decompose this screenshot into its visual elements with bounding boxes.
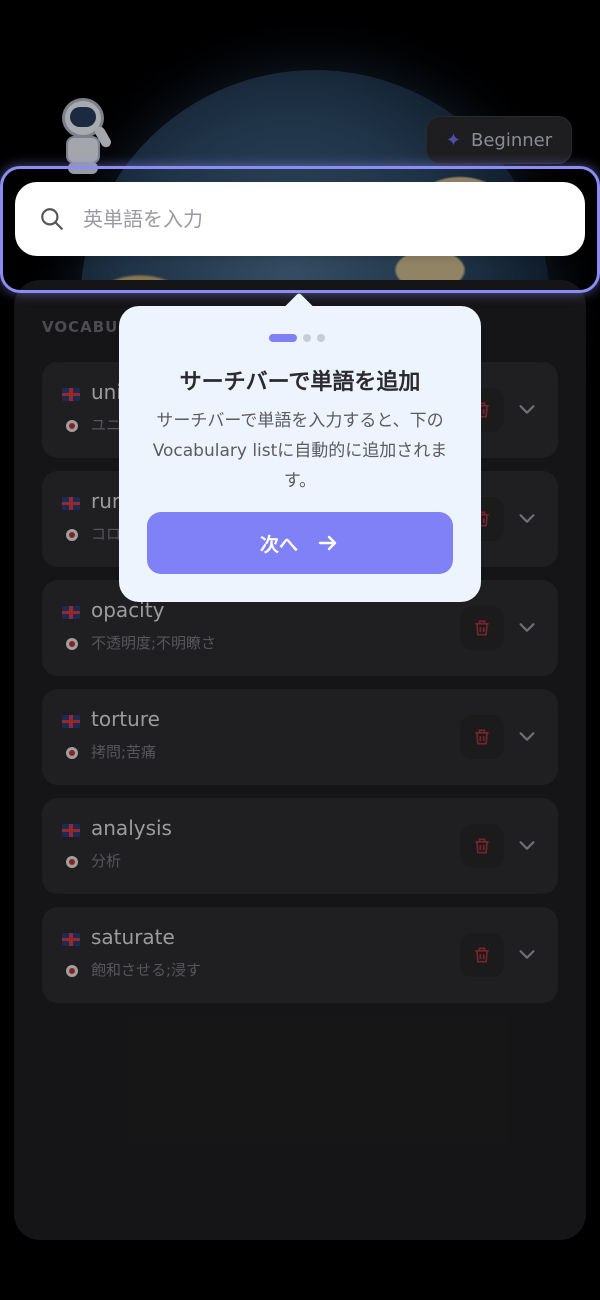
tooltip-description: サーチバーで単語を入力すると、下のVocabulary listに自動的に追加さ… xyxy=(152,411,448,491)
search-icon xyxy=(41,208,63,230)
search-bar[interactable] xyxy=(15,182,585,256)
step-dot xyxy=(317,334,325,342)
app-screen: ✦ Beginner VOCABU uni ユニ run コロ opacity … xyxy=(0,0,600,1300)
tooltip-title: サーチバーで単語を追加 xyxy=(179,370,421,395)
step-indicator xyxy=(269,334,325,342)
step-dot-active xyxy=(269,334,297,342)
step-dot xyxy=(303,334,311,342)
next-button[interactable]: 次へ xyxy=(147,512,453,574)
arrow-right-icon xyxy=(318,535,337,551)
next-button-label: 次へ xyxy=(259,533,298,556)
onboarding-tooltip: サーチバーで単語を追加 サーチバーで単語を入力すると、下のVocabulary … xyxy=(119,292,481,602)
search-input[interactable] xyxy=(83,182,563,256)
